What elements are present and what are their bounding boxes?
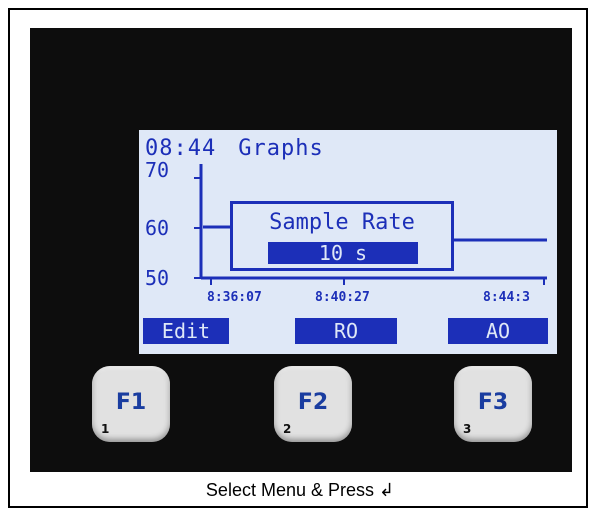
lcd-screen: 08:44 Graphs 70 60 50 8:36:07 8:40:27 8:4… <box>139 130 557 354</box>
sample-rate-dialog: Sample Rate 10 s <box>230 201 454 271</box>
f1-key[interactable]: F1 1 <box>92 366 170 442</box>
softkey-ao[interactable]: AO <box>448 318 548 344</box>
y-label-50: 50 <box>145 266 170 290</box>
y-label-70: 70 <box>145 158 170 182</box>
f3-key-label: F3 <box>477 390 509 415</box>
softkey-ro[interactable]: RO <box>295 318 397 344</box>
x-label-2: 8:40:27 <box>315 290 370 305</box>
y-label-60: 60 <box>145 216 170 240</box>
x-label-3: 8:44:3 <box>483 290 530 305</box>
x-label-1: 8:36:07 <box>207 290 262 305</box>
softkey-edit[interactable]: Edit <box>143 318 229 344</box>
f2-key-label: F2 <box>297 390 329 415</box>
f2-key[interactable]: F2 2 <box>274 366 352 442</box>
f2-key-number: 2 <box>283 422 292 436</box>
f1-key-label: F1 <box>115 390 147 415</box>
f3-key-number: 3 <box>463 422 472 436</box>
f1-key-number: 1 <box>101 422 110 436</box>
dialog-title: Sample Rate <box>269 210 415 235</box>
device-panel: 08:44 Graphs 70 60 50 8:36:07 8:40:27 8:4… <box>30 28 572 472</box>
sample-rate-value[interactable]: 10 s <box>268 242 418 264</box>
f3-key[interactable]: F3 3 <box>454 366 532 442</box>
instruction-caption: Select Menu & Press ↲ <box>205 480 395 500</box>
